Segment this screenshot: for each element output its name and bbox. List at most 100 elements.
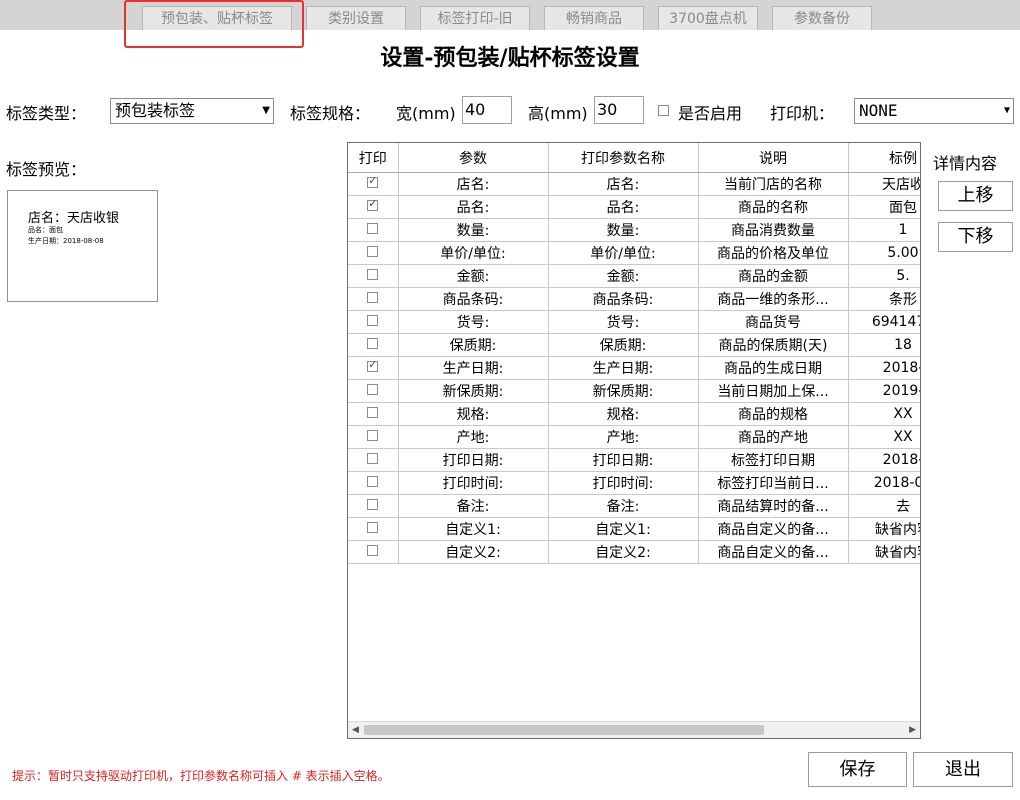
table-row[interactable]: 品名:品名:商品的名称面包 (348, 195, 920, 219)
print-name-cell[interactable]: 自定义1: (548, 517, 699, 541)
param-cell[interactable]: 货号: (398, 310, 549, 334)
desc-cell[interactable]: 当前门店的名称 (698, 172, 849, 196)
col-header-print[interactable]: 打印 (348, 143, 399, 173)
move-down-button[interactable]: 下移 (938, 222, 1013, 252)
table-row[interactable]: 金额: 金额: 商品的金额 5. (348, 264, 920, 288)
print-checkbox[interactable] (367, 499, 379, 510)
print-name-cell[interactable]: 备注: (548, 494, 699, 518)
tab-category-settings[interactable]: 类别设置 (306, 6, 406, 30)
print-checkbox[interactable] (367, 384, 379, 395)
desc-cell[interactable]: 商品的保质期(天) (698, 333, 849, 357)
example-cell[interactable]: 天店收 (848, 172, 920, 196)
desc-cell[interactable]: 当前日期加上保... (698, 379, 849, 403)
print-name-cell[interactable]: 打印日期: (548, 448, 699, 472)
param-cell[interactable]: 金额: (398, 264, 549, 288)
example-cell[interactable]: 18 (848, 333, 920, 357)
print-checkbox[interactable] (367, 522, 379, 533)
desc-cell[interactable]: 商品自定义的备... (698, 517, 849, 541)
table-row[interactable]: 商品条码: 商品条码: 商品一维的条形... 条形 (348, 287, 920, 311)
param-cell[interactable]: 产地: (398, 425, 549, 449)
col-header-desc[interactable]: 说明 (698, 143, 849, 173)
example-cell[interactable]: XX (848, 402, 920, 426)
param-cell[interactable]: 打印时间: (398, 471, 549, 495)
print-checkbox[interactable] (367, 430, 379, 441)
tab-label-print-old[interactable]: 标签打印-旧 (420, 6, 530, 30)
example-cell[interactable]: 2018-08 (848, 471, 920, 495)
param-cell[interactable]: 自定义1: (398, 517, 549, 541)
param-cell[interactable]: 商品条码: (398, 287, 549, 311)
enable-checkbox[interactable] (658, 105, 669, 116)
table-row[interactable]: 产地: 产地: 商品的产地 XX (348, 425, 920, 449)
example-cell[interactable]: 2019- (848, 379, 920, 403)
print-checkbox[interactable] (367, 358, 379, 372)
print-checkbox[interactable] (367, 197, 379, 211)
example-cell[interactable]: 条形 (848, 287, 920, 311)
desc-cell[interactable]: 商品的产地 (698, 425, 849, 449)
example-cell[interactable]: 缺省内容 (848, 517, 920, 541)
print-name-cell[interactable]: 生产日期: (548, 356, 699, 380)
desc-cell[interactable]: 商品自定义的备... (698, 540, 849, 564)
print-checkbox[interactable] (367, 292, 379, 303)
table-row[interactable]: 备注: 备注: 商品结算时的备... 去 (348, 494, 920, 518)
desc-cell[interactable]: 标签打印日期 (698, 448, 849, 472)
printer-select[interactable]: NONE ▼ (854, 98, 1014, 124)
horizontal-scrollbar[interactable]: ◀ ▶ (348, 721, 920, 738)
table-row[interactable]: 保质期: 保质期: 商品的保质期(天) 18 (348, 333, 920, 357)
param-cell[interactable]: 店名: (398, 172, 549, 196)
table-row[interactable]: 规格: 规格: 商品的规格 XX (348, 402, 920, 426)
desc-cell[interactable]: 商品的规格 (698, 402, 849, 426)
table-row[interactable]: 单价/单位: 单价/单位: 商品的价格及单位 5.00 (348, 241, 920, 265)
desc-cell[interactable]: 商品的价格及单位 (698, 241, 849, 265)
example-cell[interactable]: 2018- (848, 356, 920, 380)
print-checkbox[interactable] (367, 315, 379, 326)
table-row[interactable]: 打印时间:打印时间:标签打印当前日...2018-08 (348, 471, 920, 495)
print-name-cell[interactable]: 自定义2: (548, 540, 699, 564)
print-checkbox[interactable] (367, 407, 379, 418)
col-header-print-name[interactable]: 打印参数名称 (548, 143, 699, 173)
param-cell[interactable]: 规格: (398, 402, 549, 426)
print-name-cell[interactable]: 产地: (548, 425, 699, 449)
param-cell[interactable]: 数量: (398, 218, 549, 242)
table-row[interactable]: 店名:店名:当前门店的名称天店收 (348, 172, 920, 196)
param-cell[interactable]: 品名: (398, 195, 549, 219)
desc-cell[interactable]: 商品消费数量 (698, 218, 849, 242)
example-cell[interactable]: 5.00 (848, 241, 920, 265)
desc-cell[interactable]: 商品的生成日期 (698, 356, 849, 380)
example-cell[interactable]: 5. (848, 264, 920, 288)
print-checkbox[interactable] (367, 223, 379, 234)
scroll-right-icon[interactable]: ▶ (909, 722, 916, 738)
table-row[interactable]: 自定义1:自定义1:商品自定义的备...缺省内容 (348, 517, 920, 541)
print-name-cell[interactable]: 商品条码: (548, 287, 699, 311)
print-name-cell[interactable]: 品名: (548, 195, 699, 219)
table-row[interactable]: 新保质期: 新保质期: 当前日期加上保... 2019- (348, 379, 920, 403)
print-name-cell[interactable]: 保质期: (548, 333, 699, 357)
desc-cell[interactable]: 商品的金额 (698, 264, 849, 288)
example-cell[interactable]: 2018- (848, 448, 920, 472)
print-name-cell[interactable]: 数量: (548, 218, 699, 242)
param-cell[interactable]: 新保质期: (398, 379, 549, 403)
print-checkbox[interactable] (367, 174, 379, 188)
print-checkbox[interactable] (367, 545, 379, 556)
param-cell[interactable]: 生产日期: (398, 356, 549, 380)
table-row[interactable]: 打印日期: 打印日期: 标签打印日期 2018- (348, 448, 920, 472)
tab-param-backup[interactable]: 参数备份 (772, 6, 872, 30)
width-input[interactable]: 40 (462, 96, 512, 124)
example-cell[interactable]: 1 (848, 218, 920, 242)
print-name-cell[interactable]: 店名: (548, 172, 699, 196)
param-cell[interactable]: 单价/单位: (398, 241, 549, 265)
param-cell[interactable]: 保质期: (398, 333, 549, 357)
print-checkbox[interactable] (367, 453, 379, 464)
height-input[interactable]: 30 (594, 96, 644, 124)
move-up-button[interactable]: 上移 (938, 181, 1013, 211)
print-name-cell[interactable]: 金额: (548, 264, 699, 288)
print-name-cell[interactable]: 新保质期: (548, 379, 699, 403)
desc-cell[interactable]: 商品的名称 (698, 195, 849, 219)
desc-cell[interactable]: 商品结算时的备... (698, 494, 849, 518)
example-cell[interactable]: 6941478 (848, 310, 920, 334)
example-cell[interactable]: 缺省内容 (848, 540, 920, 564)
print-name-cell[interactable]: 打印时间: (548, 471, 699, 495)
example-cell[interactable]: 去 (848, 494, 920, 518)
print-checkbox[interactable] (367, 338, 379, 349)
save-button[interactable]: 保存 (808, 752, 907, 787)
label-type-select[interactable]: 预包装标签 ▼ (110, 98, 274, 124)
